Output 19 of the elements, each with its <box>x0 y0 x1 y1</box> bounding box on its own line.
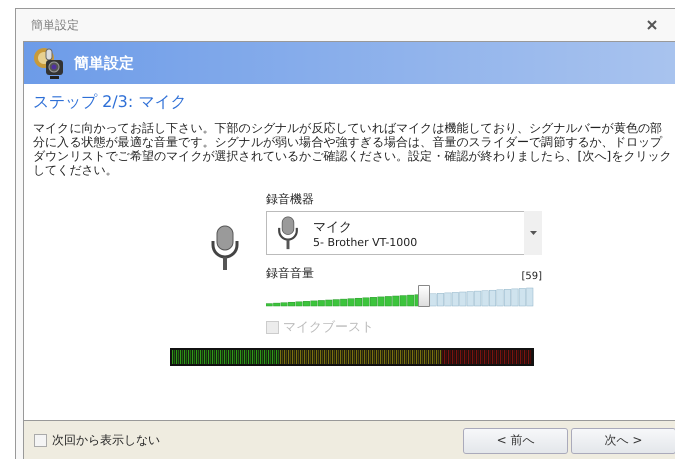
volume-reading: [59] <box>521 271 542 282</box>
dont-show-checkbox[interactable] <box>34 434 47 447</box>
step-title: ステップ 2/3: マイク <box>33 92 188 113</box>
boost-label: マイクブースト <box>283 319 374 336</box>
microphone-icon <box>277 215 299 251</box>
volume-label: 録音音量 <box>266 265 314 282</box>
header-title: 簡単設定 <box>74 54 134 72</box>
next-button[interactable]: 次へ > <box>571 428 675 454</box>
window-title: 簡単設定 <box>31 16 79 34</box>
device-label: 録音機器 <box>266 191 315 208</box>
back-button[interactable]: < 前へ <box>463 428 568 454</box>
dont-show-label: 次回から表示しない <box>52 432 160 449</box>
microphone-icon <box>210 225 240 271</box>
dropdown-arrow-icon <box>530 231 536 235</box>
instructions-text: マイクに向かってお話し下さい。下部のシグナルが反応していればマイクは機能しており、シグナルバーが黄色の部分に入る状態が最適な音量です。シグナルが弱い場合や強すぎる場合は、音量のスライダーで調節するか、ドロップダウンリストでご希望のマイクが選択されているかご確認ください。設定・確認が終わりましたら、[次へ]をクリックしてください。 <box>33 121 673 177</box>
device-dropdown[interactable]: マイク 5- Brother VT-1000 <box>266 211 542 255</box>
microphone-camera-icon <box>32 46 66 80</box>
slider-thumb[interactable] <box>418 285 430 307</box>
close-icon[interactable] <box>646 19 658 31</box>
